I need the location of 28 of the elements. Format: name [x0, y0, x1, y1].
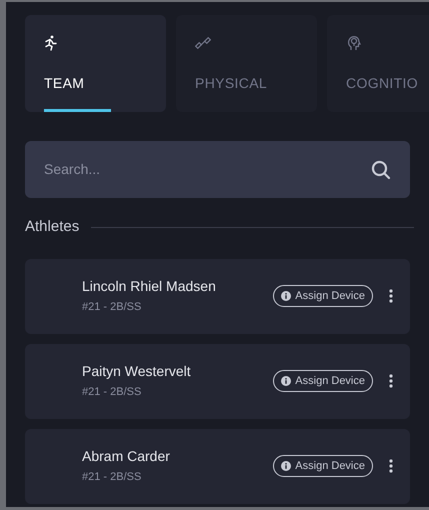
assign-device-button[interactable]: Assign Device: [273, 370, 373, 392]
athlete-card[interactable]: Lincoln Rhiel Madsen #21 - 2B/SS Assign Device: [25, 258, 410, 334]
athlete-name: Paityn Westervelt: [82, 362, 192, 382]
athlete-detail: #21 - 2B/SS: [82, 385, 142, 400]
more-options-icon[interactable]: [389, 459, 393, 473]
more-options-icon[interactable]: [389, 289, 393, 303]
assign-device-button[interactable]: Assign Device: [273, 285, 373, 307]
search-input[interactable]: Search...: [44, 159, 371, 180]
tab[interactable]: TEAM: [25, 15, 166, 112]
search-icon[interactable]: [371, 160, 391, 180]
tab[interactable]: COGNITIO: [327, 15, 429, 112]
athlete-detail: #21 - 2B/SS: [82, 300, 142, 316]
athlete-card[interactable]: Paityn Westervelt #21 - 2B/SS Assign Device: [25, 344, 410, 418]
search-field[interactable]: Search...: [25, 141, 410, 198]
head-icon: [346, 35, 362, 51]
more-options-icon[interactable]: [389, 374, 393, 388]
athlete-name: Lincoln Rhiel Madsen: [82, 277, 217, 296]
running-figure-icon: [44, 35, 58, 51]
info-icon: [281, 291, 292, 301]
info-icon: [281, 376, 292, 386]
dumbbell-icon: [195, 35, 211, 51]
assign-device-button[interactable]: Assign Device: [273, 455, 373, 477]
section-title: Athletes: [25, 217, 80, 237]
tab[interactable]: PHYSICAL: [176, 15, 317, 112]
info-icon: [281, 461, 292, 471]
athlete-name: Abram Carder: [82, 447, 171, 466]
athlete-detail: #21 - 2B/SS: [82, 470, 142, 486]
athlete-card[interactable]: Abram Carder #21 - 2B/SS Assign Device: [25, 428, 410, 504]
